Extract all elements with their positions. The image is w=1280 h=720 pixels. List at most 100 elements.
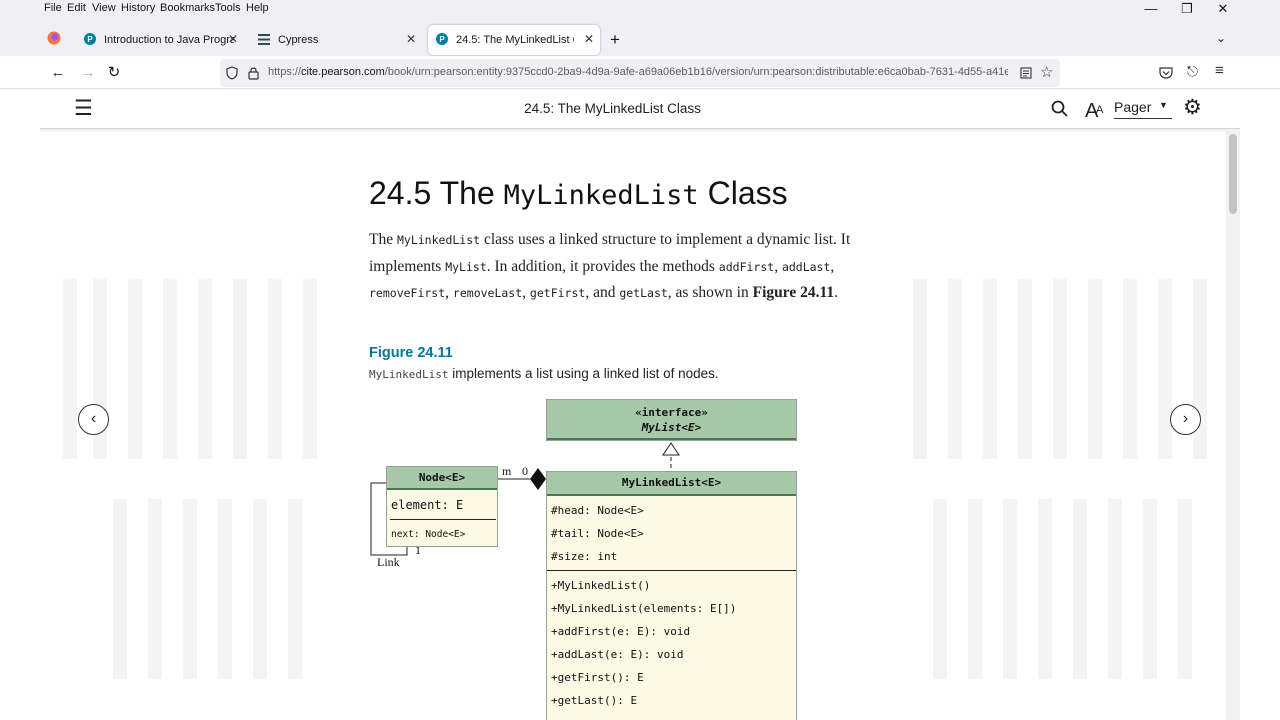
close-window-icon[interactable]: ✕ (1205, 1, 1241, 17)
svg-text:P: P (439, 35, 445, 44)
back-icon[interactable]: ← (46, 62, 70, 84)
fields-methods-separator (547, 570, 796, 571)
close-tab-icon[interactable]: ✕ (228, 32, 238, 46)
url-path: /book/urn:pearson:entity:9375ccd0-2ba9-4… (384, 66, 1008, 78)
inline-code: getFirst (529, 286, 586, 300)
method-addlast: +addLast(e: E): void (551, 648, 684, 661)
search-icon[interactable] (1051, 100, 1068, 117)
menu-edit[interactable]: Edit (67, 2, 86, 14)
inline-code: addFirst (718, 259, 775, 274)
tab-cypress[interactable]: Cypress ✕ (250, 25, 422, 55)
menu-help[interactable]: Help (246, 2, 269, 14)
node-separator (390, 519, 496, 520)
title-end: Class (698, 175, 788, 211)
menu-file[interactable]: File (44, 2, 62, 14)
interface-mylist-box: «interface» MyList<E> (546, 399, 797, 441)
section-title: 24.5 The MyLinkedList Class (369, 175, 788, 212)
paragraph-text: The (369, 231, 397, 248)
menu-history[interactable]: History (121, 2, 155, 14)
vertical-scrollbar[interactable] (1226, 129, 1240, 720)
inline-code: removeFirst (369, 286, 446, 300)
pearson-icon: P (84, 33, 96, 45)
multiplicity-zero: 0 (522, 464, 528, 478)
paragraph-text: , (522, 284, 530, 301)
inline-code: MyLinkedList (396, 233, 481, 247)
tab-intro-java[interactable]: P Introduction to Java Programming ✕ (76, 25, 244, 55)
paragraph-text: , (445, 284, 453, 301)
reload-icon[interactable]: ↻ (102, 62, 126, 84)
firefox-icon[interactable] (47, 31, 61, 45)
text-size-icon[interactable]: A A (1085, 99, 1106, 118)
settings-gear-icon[interactable]: ⚙ (1183, 95, 1202, 120)
interface-header: «interface» MyList<E> (547, 400, 796, 440)
interface-name: MyList<E> (641, 421, 702, 434)
app-menu-icon[interactable]: ≡ (1215, 62, 1224, 79)
tab-label: Introduction to Java Programming (104, 34, 234, 46)
restore-icon[interactable]: ❐ (1169, 1, 1205, 17)
forward-icon[interactable]: → (76, 62, 100, 84)
inline-code: removeLast (452, 286, 523, 300)
caption-code: MyLinkedList (369, 368, 449, 381)
new-tab-icon[interactable]: + (610, 30, 620, 50)
tab-strip: P Introduction to Java Programming ✕ Cyp… (0, 17, 1280, 56)
mylinkedlist-header: MyLinkedList<E> (547, 472, 796, 496)
node-field-next: next: Node<E> (391, 529, 466, 540)
paragraph-text: , and (585, 284, 620, 301)
method-constructor: +MyLinkedList() (551, 579, 651, 592)
method-getlast: +getLast(): E (551, 694, 638, 707)
method-getfirst: +getFirst(): E (551, 671, 644, 684)
scrollbar-thumb[interactable] (1229, 134, 1237, 214)
tab-mylinkedlist[interactable]: P 24.5: The MyLinkedList Class - C ✕ (428, 25, 600, 55)
figure-reference: Figure 24.11 (752, 284, 835, 301)
link-label: Link (377, 555, 400, 569)
paragraph-text: , (830, 257, 835, 275)
pearson-icon: P (436, 33, 448, 45)
interface-stereotype: «interface» (635, 406, 708, 419)
extensions-icon[interactable]: ⎋ (1187, 63, 1198, 80)
pager-label: Pager (1114, 99, 1152, 115)
node-class-box: Node<E> element: E next: Node<E> (386, 466, 498, 547)
url-bar[interactable]: https://cite.pearson.com/book/urn:pearso… (220, 59, 1060, 87)
method-constructor-elements: +MyLinkedList(elements: E[]) (551, 602, 737, 615)
caption-text: implements a list using a linked list of… (448, 366, 719, 381)
field-head: #head: Node<E> (551, 504, 644, 517)
menu-bar: File Edit View History Bookmarks Tools H… (0, 0, 1280, 17)
inline-code: addLast (781, 259, 831, 274)
shield-icon[interactable] (226, 66, 238, 80)
close-tab-icon[interactable]: ✕ (584, 32, 594, 46)
navigation-bar: ← → ↻ https://cite.pearson.com/book/urn:… (0, 56, 1280, 89)
mylinkedlist-class-box: MyLinkedList<E> #head: Node<E> #tail: No… (546, 471, 797, 720)
paragraph-text: , as shown in (667, 284, 753, 301)
field-size: #size: int (551, 550, 618, 563)
node-field-element: element: E (391, 498, 464, 512)
menu-view[interactable]: View (92, 2, 116, 14)
title-number: 24.5 The (369, 175, 504, 211)
bookmark-star-icon[interactable]: ☆ (1040, 63, 1053, 81)
next-page-button[interactable]: › (1170, 404, 1201, 435)
caret-down-icon: ▼ (1159, 100, 1168, 110)
menu-bookmarks[interactable]: Bookmarks (160, 2, 215, 14)
close-tab-icon[interactable]: ✕ (406, 32, 416, 46)
tab-list-chevron-icon[interactable]: ⌄ (1216, 31, 1226, 45)
node-header: Node<E> (387, 467, 497, 490)
url-text[interactable]: https://cite.pearson.com/book/urn:pearso… (268, 66, 1008, 78)
menu-tools[interactable]: Tools (215, 2, 241, 14)
svg-text:A: A (1096, 104, 1104, 116)
previous-page-button[interactable]: ‹ (78, 404, 109, 435)
method-addfirst: +addFirst(e: E): void (551, 625, 691, 638)
lock-icon[interactable] (248, 66, 259, 80)
minimize-icon[interactable]: — (1133, 1, 1169, 17)
pager-select[interactable]: Pager ▼ (1114, 99, 1172, 119)
multiplicity-m: m (502, 464, 512, 478)
figure-caption: MyLinkedList implements a list using a l… (369, 366, 719, 381)
pocket-icon[interactable] (1159, 66, 1173, 79)
url-prefix: https:// (268, 66, 302, 78)
reader-view-icon[interactable] (1020, 67, 1032, 79)
uml-diagram: m 0 1 Link «interface» MyList<E> Node<E>… (369, 399, 809, 720)
paragraph-text: . (834, 284, 839, 301)
title-code: MyLinkedList (503, 180, 699, 211)
paragraph-text: , (774, 257, 782, 275)
cypress-icon (258, 34, 270, 45)
svg-text:P: P (87, 35, 93, 44)
reader-title: 24.5: The MyLinkedList Class (524, 101, 701, 116)
